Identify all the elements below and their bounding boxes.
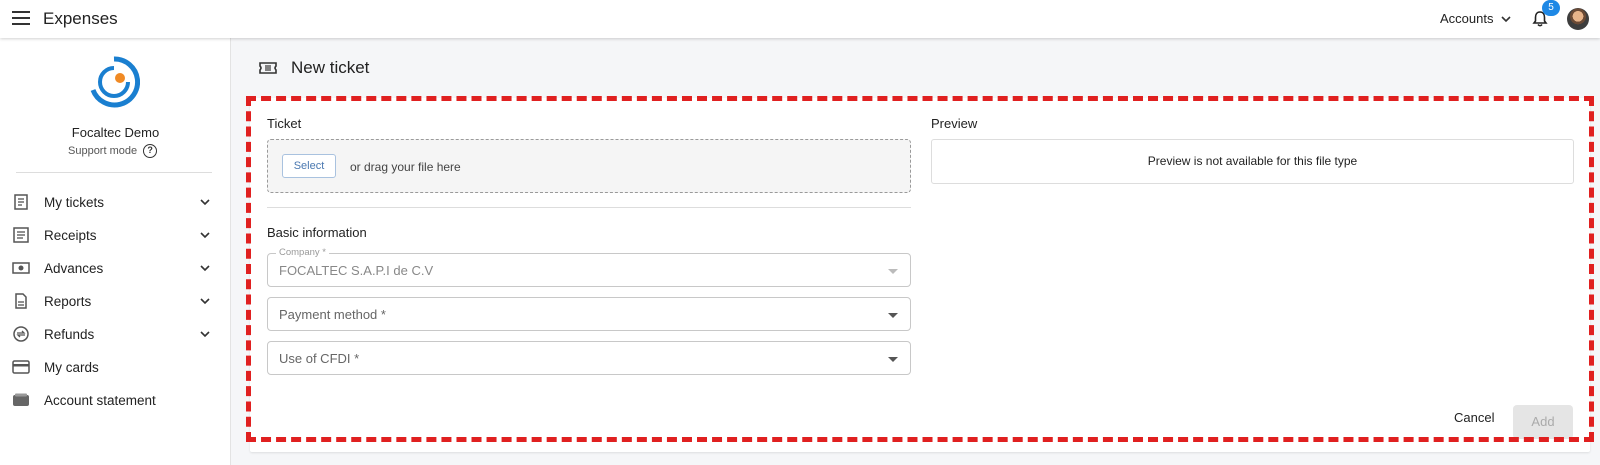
page-header: New ticket <box>259 58 369 78</box>
sidebar-item-label: Refunds <box>44 326 95 342</box>
cash-icon <box>12 262 30 274</box>
chevron-down-icon <box>1501 15 1512 22</box>
drop-hint-text: or drag your file here <box>350 160 461 174</box>
ticket-icon <box>259 62 277 74</box>
notifications-badge: 5 <box>1542 0 1560 16</box>
sidebar-item-label: Account statement <box>44 392 156 408</box>
company-field-label: Company * <box>276 247 329 258</box>
help-icon[interactable]: ? <box>143 144 158 158</box>
sidebar-divider <box>16 172 212 173</box>
page-title: New ticket <box>291 58 370 77</box>
sidebar-item-my-cards[interactable]: My cards <box>12 353 216 381</box>
document-list-icon <box>13 227 29 243</box>
section-divider <box>267 207 911 208</box>
exchange-icon <box>13 326 29 342</box>
dropdown-arrow-icon <box>888 313 898 318</box>
preview-section-label: Preview <box>931 116 978 131</box>
cfdi-use-select[interactable]: Use of CFDI * <box>267 341 911 375</box>
sidebar-item-account-statement[interactable]: Account statement <box>12 386 216 414</box>
top-app-bar: Expenses Accounts 5 <box>0 0 1600 38</box>
ticket-section-label: Ticket <box>267 116 302 131</box>
company-logo <box>90 56 140 108</box>
cancel-button[interactable]: Cancel <box>1454 410 1494 425</box>
preview-panel: Preview is not available for this file t… <box>931 139 1574 184</box>
basic-information-heading: Basic information <box>267 225 367 240</box>
sidebar-item-label: My cards <box>44 359 99 375</box>
sidebar-item-label: My tickets <box>44 194 105 210</box>
sidebar: Focaltec Demo Support mode ? My tickets … <box>0 38 231 465</box>
receipt-icon <box>14 194 28 210</box>
payment-method-select[interactable]: Payment method * <box>267 297 911 331</box>
user-avatar[interactable] <box>1567 8 1589 30</box>
sidebar-item-label: Reports <box>44 293 92 309</box>
dropdown-arrow-icon <box>888 269 898 274</box>
credit-card-icon <box>12 360 30 374</box>
payment-method-placeholder: Payment method * <box>279 307 386 322</box>
organization-name: Focaltec Demo <box>71 125 160 140</box>
sidebar-item-advances[interactable]: Advances <box>12 254 216 282</box>
select-file-button[interactable]: Select <box>282 154 336 178</box>
chevron-down-icon <box>200 199 210 206</box>
sidebar-item-refunds[interactable]: Refunds <box>12 320 216 348</box>
chevron-down-icon <box>200 232 210 239</box>
sidebar-item-label: Advances <box>44 260 104 276</box>
hamburger-menu-icon[interactable] <box>12 11 30 25</box>
sidebar-item-my-tickets[interactable]: My tickets <box>12 188 216 216</box>
cfdi-use-placeholder: Use of CFDI * <box>279 351 360 366</box>
app-title: Expenses <box>43 9 118 28</box>
file-dropzone[interactable]: Select or drag your file here <box>267 139 911 193</box>
wallet-icon <box>13 393 29 406</box>
company-value: FOCALTEC S.A.P.I de C.V <box>279 263 434 278</box>
sidebar-item-label: Receipts <box>44 227 97 243</box>
dropdown-arrow-icon <box>888 357 898 362</box>
support-mode-label: Support mode <box>68 145 138 157</box>
accounts-dropdown[interactable]: Accounts <box>1440 11 1512 26</box>
report-icon <box>15 293 27 309</box>
add-button[interactable]: Add <box>1513 405 1573 439</box>
sidebar-item-reports[interactable]: Reports <box>12 287 216 315</box>
accounts-label: Accounts <box>1440 11 1494 26</box>
chevron-down-icon <box>200 298 210 305</box>
chevron-down-icon <box>200 265 210 272</box>
sidebar-item-receipts[interactable]: Receipts <box>12 221 216 249</box>
company-select[interactable]: Company * FOCALTEC S.A.P.I de C.V <box>267 247 911 287</box>
support-mode: Support mode ? <box>68 144 158 158</box>
chevron-down-icon <box>200 331 210 338</box>
